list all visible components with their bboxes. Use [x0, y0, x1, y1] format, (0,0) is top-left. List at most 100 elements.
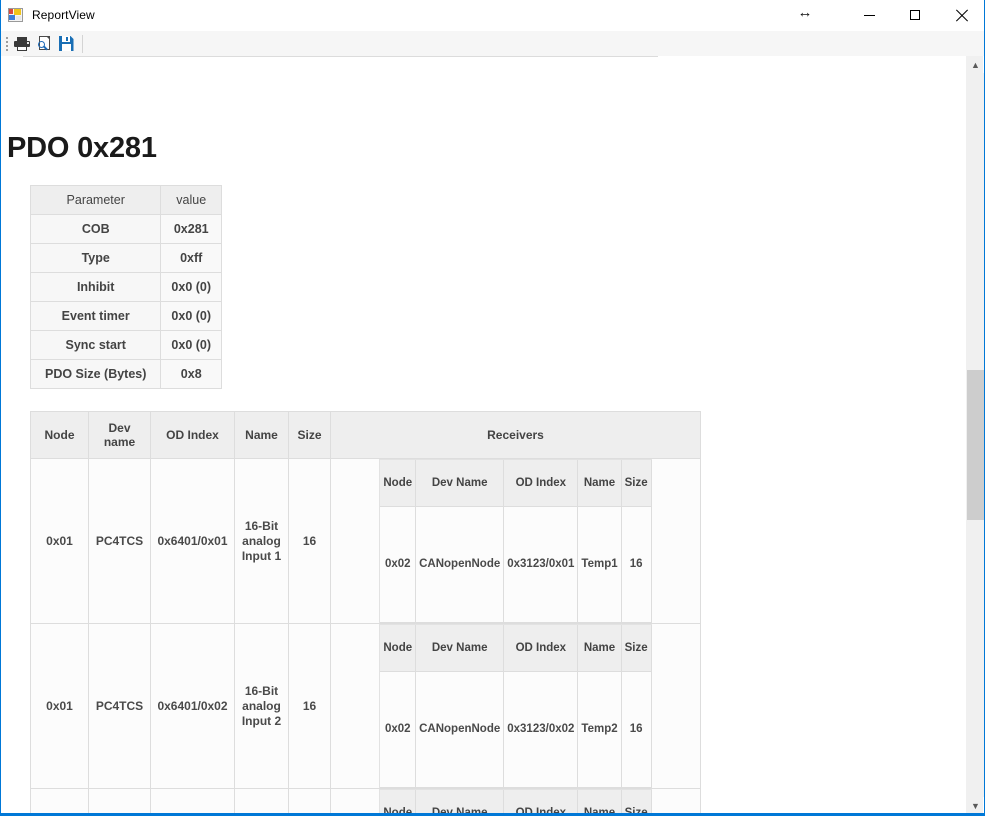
receiver-cell-name: Temp2 [578, 672, 622, 788]
mapping-cell-name: 16-Bit analog Input 2 [235, 624, 289, 789]
param-value-cell: 0x0 (0) [161, 273, 223, 302]
param-name-cell: COB [31, 215, 162, 244]
scrollbar-track-lower[interactable] [967, 520, 984, 797]
receiver-header-dev-name: Dev Name [416, 460, 505, 507]
horizontal-resize-cursor: ↔ [797, 4, 813, 21]
maximize-icon [910, 10, 920, 20]
pdo-parameter-table: Parameter value COB 0x281 Type 0xff Inhibit 0… [30, 185, 223, 389]
receivers-table: NodeDev NameOD IndexNameSize0x02CANopenN… [379, 789, 652, 814]
mapping-cell-dev-name: PC4TCS [89, 789, 151, 814]
maximize-button[interactable] [892, 0, 938, 30]
mapping-cell-od-index: 0x6401/0x01 [151, 459, 235, 624]
receiver-cell-dev-name: CANopenNode [416, 507, 505, 623]
receivers-table: NodeDev NameOD IndexNameSize0x02CANopenN… [379, 624, 652, 788]
save-button[interactable]: Save [55, 33, 77, 55]
table-header-row: Node Dev Name OD Index Name Size [380, 460, 652, 507]
toolbar: Print Print Preview Save [1, 31, 984, 56]
receiver-cell-node: 0x02 [380, 672, 417, 788]
print-preview-icon [37, 36, 52, 51]
receiver-header-name: Name [578, 625, 622, 672]
mapping-header-receivers: Receivers [331, 412, 701, 459]
receiver-header-dev-name: Dev Name [416, 625, 505, 672]
pdo-mapping-table-body: 0x01 PC4TCS 0x6401/0x01 16-Bit analog Input… [31, 459, 701, 814]
table-header-row: Node Dev Name OD Index Name Size [380, 625, 652, 672]
chevron-down-icon: ▼ [971, 800, 980, 811]
vertical-scrollbar[interactable]: ▲ ▼ [966, 56, 984, 814]
param-name-cell: Event timer [31, 302, 162, 331]
scroll-down-button[interactable]: ▼ [967, 797, 984, 814]
chevron-up-icon: ▲ [971, 59, 980, 70]
table-row: Sync start 0x0 (0) [31, 331, 223, 360]
receiver-header-dev-name: Dev Name [416, 790, 505, 814]
mapping-cell-dev-name: PC4TCS [89, 624, 151, 789]
receiver-cell-size: 16 [621, 672, 652, 788]
receiver-header-node: Node [380, 790, 417, 814]
receiver-cell-size: 16 [621, 507, 652, 623]
table-row: 0x02 CANopenNode 0x3123/0x02 Temp2 16 [380, 672, 652, 788]
mapping-cell-od-index: 0x6401/0x02 [151, 624, 235, 789]
param-value-cell: 0x0 (0) [161, 302, 223, 331]
mapping-cell-od-index: 0x6401/0x03 [151, 789, 235, 814]
table-header-row: Node Dev Name OD Index Name Size [380, 790, 652, 814]
receiver-cell-node: 0x02 [380, 507, 417, 623]
mapping-header-node: Node [31, 412, 89, 459]
param-value-cell: 0x281 [161, 215, 223, 244]
toolbar-drag-grip[interactable] [3, 35, 11, 53]
mapping-header-dev-name: Dev name [89, 412, 151, 459]
table-row: PDO Size (Bytes) 0x8 [31, 360, 223, 389]
minimize-icon [863, 14, 875, 16]
title-bar: ReportView ↔ [1, 0, 984, 31]
receiver-header-size: Size [621, 625, 652, 672]
pdo-parameter-table-body: COB 0x281 Type 0xff Inhibit 0x0 (0) Event time… [31, 215, 223, 389]
mapping-cell-size: 16 [289, 789, 331, 814]
pdo-mapping-table: Node Dev name OD Index Name Size Receive… [30, 411, 701, 814]
pdo-mapping-table-head: Node Dev name OD Index Name Size Receive… [31, 412, 701, 459]
param-header-parameter: Parameter [31, 186, 162, 215]
print-button[interactable]: Print [11, 33, 33, 55]
mapping-cell-size: 16 [289, 624, 331, 789]
mapping-cell-name: 16-Bit analog Input 3 [235, 789, 289, 814]
scrollbar-thumb[interactable] [967, 370, 984, 520]
param-value-cell: 0x0 (0) [161, 331, 223, 360]
mapping-cell-node: 0x01 [31, 789, 89, 814]
scroll-up-button[interactable]: ▲ [967, 56, 984, 73]
close-button[interactable] [938, 0, 984, 30]
receiver-header-name: Name [578, 460, 622, 507]
mapping-cell-receivers: NodeDev NameOD IndexNameSize0x02CANopenN… [331, 789, 701, 814]
receiver-header-od-index: OD Index [504, 460, 579, 507]
receiver-header-od-index: OD Index [504, 625, 579, 672]
scrollbar-track-upper[interactable] [967, 73, 984, 370]
receiver-cell-dev-name: CANopenNode [416, 672, 505, 788]
receiver-cell-od-index: 0x3123/0x02 [504, 672, 579, 788]
param-value-cell: 0xff [161, 244, 223, 273]
app-report-icon [8, 7, 24, 23]
mapping-cell-node: 0x01 [31, 459, 89, 624]
param-name-cell: PDO Size (Bytes) [31, 360, 162, 389]
param-name-cell: Sync start [31, 331, 162, 360]
toolbar-separator [82, 34, 83, 53]
receiver-header-name: Name [578, 790, 622, 814]
mapping-cell-receivers: NodeDev NameOD IndexNameSize0x02CANopenN… [331, 624, 701, 789]
save-icon [58, 36, 74, 51]
receiver-header-node: Node [380, 625, 417, 672]
param-name-cell: Type [31, 244, 162, 273]
mapping-cell-node: 0x01 [31, 624, 89, 789]
window-title: ReportView [32, 8, 95, 22]
mapping-header-od-index: OD Index [151, 412, 235, 459]
receiver-header-size: Size [621, 460, 652, 507]
window-bottom-edge [1, 813, 984, 815]
param-header-value: value [161, 186, 223, 215]
receiver-header-size: Size [621, 790, 652, 814]
table-row: COB 0x281 [31, 215, 223, 244]
mapping-cell-size: 16 [289, 459, 331, 624]
mapping-header-name: Name [235, 412, 289, 459]
print-icon [14, 36, 30, 51]
param-value-cell: 0x8 [161, 360, 223, 389]
report-viewport[interactable]: PDO 0x281 Parameter value COB 0x281 Type 0x… [1, 56, 967, 814]
mapping-cell-receivers: NodeDev NameOD IndexNameSize0x02CANopenN… [331, 459, 701, 624]
minimize-button[interactable] [846, 0, 892, 30]
receiver-header-node: Node [380, 460, 417, 507]
table-row: Event timer 0x0 (0) [31, 302, 223, 331]
print-preview-button[interactable]: Print Preview [33, 33, 55, 55]
page-title: PDO 0x281 [7, 132, 157, 164]
